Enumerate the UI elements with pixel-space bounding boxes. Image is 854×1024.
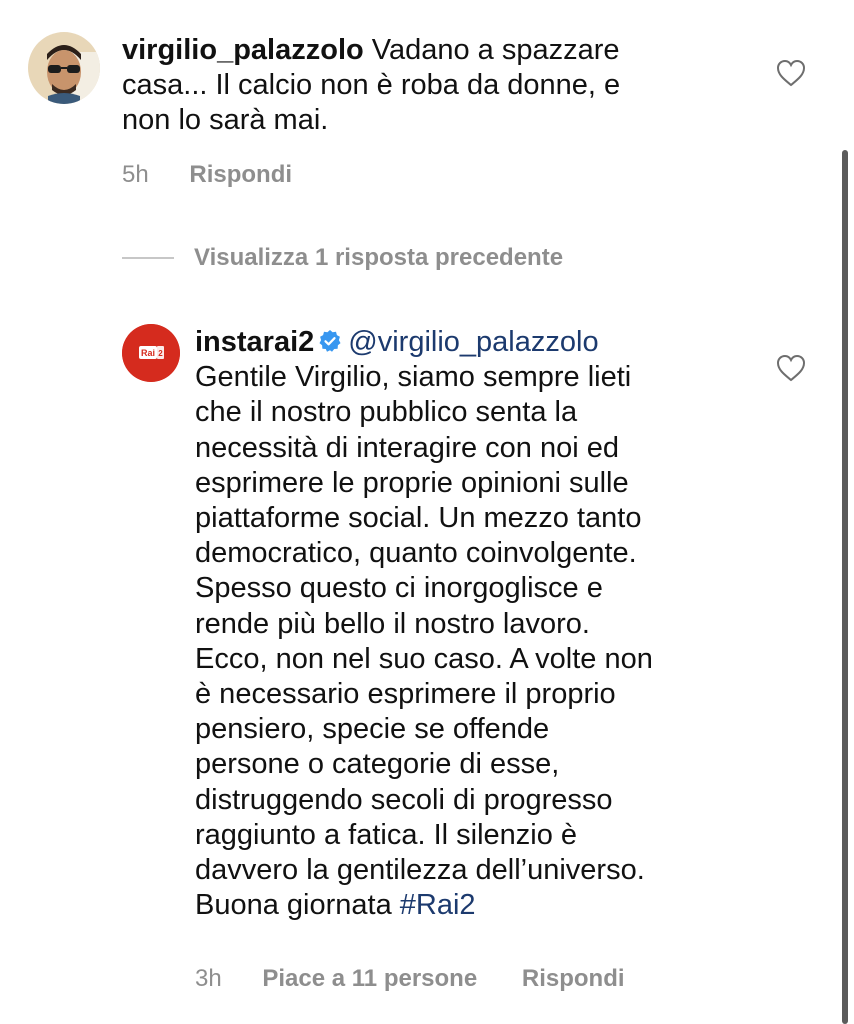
- replies-divider-line: [122, 257, 174, 259]
- comment-username[interactable]: virgilio_palazzolo: [122, 34, 364, 66]
- comment-time: 5h: [122, 161, 149, 188]
- reply-body: Gentile Virgilio, siamo sempre lieti che…: [195, 361, 653, 922]
- mention-link[interactable]: @virgilio_palazzolo: [348, 326, 598, 358]
- hashtag-link[interactable]: #Rai2: [400, 889, 476, 921]
- scrollbar[interactable]: [842, 150, 848, 1024]
- reply-button[interactable]: Rispondi: [189, 161, 292, 188]
- reply-button[interactable]: Rispondi: [522, 965, 625, 992]
- svg-text:Rai: Rai: [141, 348, 155, 358]
- rai2-avatar[interactable]: Rai 2: [122, 324, 180, 382]
- reply-username[interactable]: instarai2: [195, 326, 314, 358]
- reply-meta: 3h Piace a 11 persone Rispondi: [195, 965, 625, 993]
- reply-time: 3h: [195, 965, 222, 992]
- user-avatar[interactable]: [28, 32, 100, 104]
- comment-text: virgilio_palazzolo Vadano a spazzare cas…: [122, 33, 620, 139]
- comment-meta: 5h Rispondi: [122, 161, 292, 189]
- user-avatar-photo-icon: [28, 32, 100, 104]
- view-previous-replies[interactable]: Visualizza 1 risposta precedente: [122, 240, 563, 276]
- svg-text:2: 2: [158, 349, 163, 358]
- like-heart-icon[interactable]: [776, 59, 806, 87]
- likes-count-link[interactable]: Piace a 11 persone: [262, 965, 477, 992]
- verified-badge-icon: [319, 330, 341, 352]
- rai2-logo-icon: Rai 2: [122, 324, 180, 382]
- view-replies-label[interactable]: Visualizza 1 risposta precedente: [194, 244, 563, 272]
- reply-text: instarai2 @virgilio_palazzolo Gentile Vir…: [195, 325, 653, 923]
- like-heart-icon[interactable]: [776, 354, 806, 382]
